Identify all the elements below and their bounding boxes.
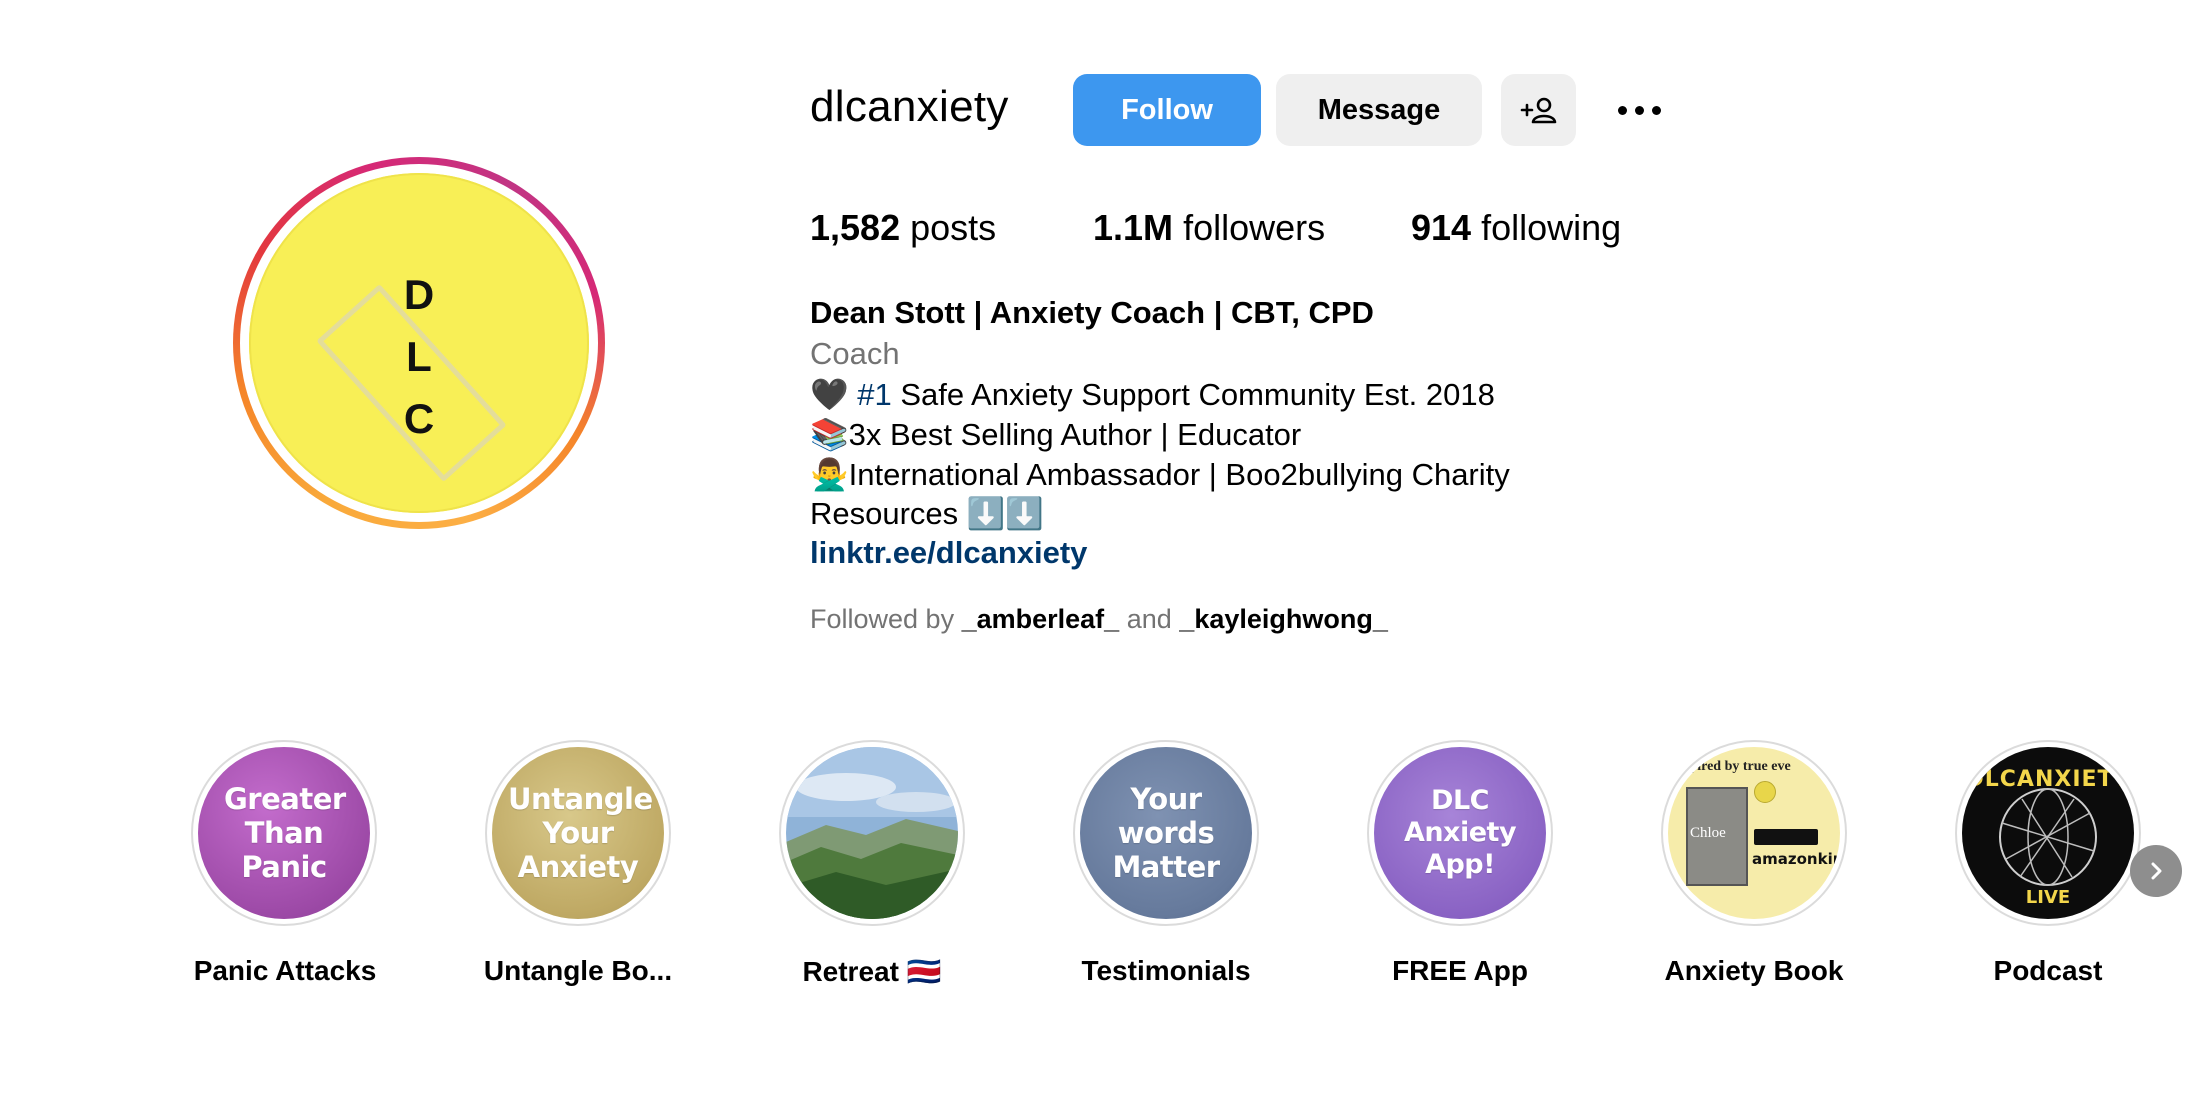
- bio-line-1: 🖤 #1 Safe Anxiety Support Community Est.…: [810, 377, 1495, 412]
- logo-letter-d: D: [403, 271, 435, 318]
- more-options-icon[interactable]: [1604, 92, 1674, 128]
- highlight-free-app[interactable]: DLC Anxiety App!: [1367, 740, 1553, 926]
- bio-external-link[interactable]: linktr.ee/dlcanxiety: [810, 535, 1087, 571]
- bio-line-3: 🙅‍♂️International Ambassador | Boo2bully…: [810, 457, 1510, 492]
- highlight-label: Retreat 🇨🇷: [802, 956, 942, 987]
- book-image: Chloe: [1686, 787, 1748, 886]
- posts-count: 1,582 posts: [810, 207, 997, 248]
- follow-button[interactable]: Follow: [1073, 74, 1261, 146]
- highlight-podcast[interactable]: DLCANXIETY LIVE: [1955, 740, 2141, 926]
- highlight-untangle[interactable]: Untangle Your Anxiety: [485, 740, 671, 926]
- followed-by-user-1[interactable]: _amberleaf_: [962, 604, 1120, 634]
- bio-line-2: 📚3x Best Selling Author | Educator: [810, 417, 1302, 452]
- following-link[interactable]: 914 following: [1411, 207, 1621, 249]
- message-button[interactable]: Message: [1276, 74, 1482, 146]
- bio-line-4: Resources ⬇️⬇️: [810, 496, 1044, 531]
- highlight-label: Untangle Bo...: [483, 955, 673, 986]
- landscape-photo: [786, 747, 958, 919]
- bio-full-name: Dean Stott | Anxiety Coach | CBT, CPD: [810, 295, 1374, 330]
- highlight-cover: Your words Matter: [1080, 747, 1252, 919]
- book-cover: spired by true eve Chloe amazonkindle: [1668, 747, 1840, 919]
- podcast-cover: DLCANXIETY LIVE: [1962, 747, 2134, 919]
- bio-category: Coach: [810, 336, 900, 371]
- suggested-accounts-button[interactable]: [1501, 74, 1576, 146]
- highlight-label: Testimonials: [1081, 955, 1251, 986]
- highlight-label: Anxiety Book: [1664, 955, 1844, 986]
- followed-by: Followed by _amberleaf_ and _kayleighwon…: [810, 604, 1388, 634]
- highlight-cover: Untangle Your Anxiety: [492, 747, 664, 919]
- highlight-label: Podcast: [1993, 955, 2103, 986]
- chevron-right-icon[interactable]: [2130, 845, 2182, 897]
- highlight-anxiety-book[interactable]: spired by true eve Chloe amazonkindle: [1661, 740, 1847, 926]
- followed-by-user-2[interactable]: _kayleighwong_: [1179, 604, 1388, 634]
- highlight-label: FREE App: [1392, 955, 1528, 986]
- highlight-testimonials[interactable]: Your words Matter: [1073, 740, 1259, 926]
- highlight-cover: Greater Than Panic: [198, 747, 370, 919]
- highlight-cover: DLC Anxiety App!: [1374, 747, 1546, 919]
- black-heart-icon: 🖤: [810, 377, 849, 412]
- logo-letter-l: L: [406, 333, 432, 380]
- bio-hashtag[interactable]: #1: [857, 377, 891, 412]
- followers-link[interactable]: 1.1M followers: [1093, 207, 1325, 249]
- add-user-icon: [1520, 97, 1556, 124]
- highlight-label: Panic Attacks: [193, 955, 377, 986]
- logo-letter-c: C: [403, 395, 435, 442]
- profile-avatar[interactable]: D L C: [233, 157, 605, 529]
- highlight-retreat[interactable]: [779, 740, 965, 926]
- avatar-logo: D L C: [249, 173, 589, 513]
- highlight-panic-attacks[interactable]: Greater Than Panic: [191, 740, 377, 926]
- profile-username: dlcanxiety: [810, 82, 1009, 131]
